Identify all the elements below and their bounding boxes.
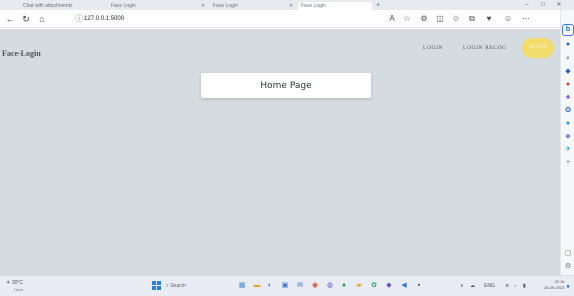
nav-login-link[interactable]: LOGIN [423, 45, 443, 51]
home-icon[interactable]: ⌂ [36, 13, 48, 25]
photos-icon[interactable]: ✿ [369, 281, 379, 291]
terminal-icon[interactable]: ▪ [414, 281, 424, 291]
browser-window: Chat with attachments Face Login ✕ Face … [0, 0, 574, 296]
widgets-icon[interactable]: ▦ [237, 281, 247, 291]
site-info-icon[interactable]: ⓘ [74, 14, 84, 24]
weather-widget[interactable]: ☀ 30°C [6, 280, 23, 286]
close-tab-icon[interactable]: ✕ [200, 2, 206, 10]
mail-icon[interactable]: ✉ [295, 281, 305, 291]
design-icon[interactable]: ✈ [562, 145, 574, 155]
edge-icon[interactable]: ◐ [265, 281, 275, 291]
start-button[interactable] [152, 281, 161, 290]
new-tab-button[interactable]: + [374, 2, 382, 10]
weather-desc: Haze [14, 287, 24, 292]
search-label: Search [170, 283, 187, 289]
page-viewport: Face-Login LOGIN LOGIN RECOG SIGN UP Hom… [0, 29, 560, 275]
minimize-button[interactable]: – [520, 1, 534, 9]
tab-strip: Chat with attachments Face Login ✕ Face … [0, 0, 574, 10]
magnifier-icon[interactable]: ⌕ [562, 54, 574, 64]
extensions-icon[interactable]: ⚙ [418, 13, 430, 25]
volume-icon[interactable]: ♪ [514, 281, 517, 291]
office-icon[interactable]: ✪ [562, 106, 574, 116]
tab-face-login-active[interactable]: Face Login [298, 2, 372, 10]
maximize-button[interactable]: □ [536, 1, 550, 9]
games-icon[interactable]: ♣ [562, 93, 574, 103]
copilot-icon[interactable]: b [562, 24, 574, 36]
onedrive-icon[interactable]: ☁ [470, 281, 475, 291]
shopping-tag-icon[interactable]: ◆ [562, 67, 574, 77]
close-window-button[interactable]: ✕ [552, 1, 566, 9]
settings-icon[interactable]: ⚙ [562, 262, 574, 272]
taskbar: ☀ 30°C Haze ⌕ Search ▦ ▬ ◐ ▣ ✉ ◉ ◍ ● ▰ ✿… [0, 275, 574, 296]
sun-icon: ☀ [6, 280, 11, 286]
outlook-icon[interactable]: ● [562, 119, 574, 129]
favorites-icon[interactable]: ✩ [450, 13, 462, 25]
address-bar-row: ← ↻ ⌂ ⓘ 127.0.0.1:5000 A ☆ ⚙ ◫ ✩ ⧉ ♥ ☺ ⋯ [0, 10, 574, 28]
file-explorer-icon[interactable]: ▬ [252, 281, 262, 291]
tab-chat[interactable]: Chat with attachments [20, 2, 106, 10]
taskbar-search[interactable]: ⌕ Search [166, 280, 216, 292]
tray-overflow-icon[interactable]: ∧ [460, 281, 464, 291]
collections-icon[interactable]: ⧉ [466, 13, 478, 25]
nav-signup-button[interactable]: SIGN UP [522, 38, 554, 58]
clock[interactable]: 22:16 25-09-2023 [544, 279, 564, 291]
more-icon[interactable]: ⋯ [520, 13, 532, 25]
windows-logo-pane [152, 281, 156, 285]
tab-label: Face Login [111, 3, 136, 9]
windows-logo-pane [157, 281, 161, 285]
tab-label: Chat with attachments [23, 3, 73, 9]
add-icon[interactable]: + [562, 158, 574, 168]
weather-temp: 30°C [11, 280, 24, 286]
sidebar-layout-icon[interactable]: ▢ [562, 249, 574, 259]
wifi-icon[interactable]: ≋ [505, 281, 509, 291]
folder-icon[interactable]: ▰ [354, 281, 364, 291]
url-field[interactable]: 127.0.0.1:5000 [84, 14, 204, 24]
edge-sidebar: b ● ⌕ ◆ ● ♣ ✪ ● ◈ ✈ + ▢ ⚙ [560, 10, 574, 275]
nav-login-recog-link[interactable]: LOGIN RECOG [463, 45, 507, 51]
notification-icon[interactable]: ● [563, 282, 573, 292]
home-card: Home Page [201, 73, 371, 98]
search-icon[interactable]: ● [562, 40, 574, 50]
tab-label: Face Login [301, 3, 326, 9]
page-title: Home Page [260, 80, 312, 91]
lang-code: ENG [484, 283, 495, 289]
brand-logo[interactable]: Face-Login [2, 49, 41, 58]
close-tab-icon[interactable]: ✕ [288, 2, 294, 10]
search-icon: ⌕ [166, 283, 169, 289]
battery-icon[interactable]: ▮ [523, 281, 526, 291]
favorite-star-icon[interactable]: ☆ [401, 13, 413, 25]
tab-label: Face Login [213, 3, 238, 9]
tab-face-login-1[interactable]: Face Login [108, 2, 198, 10]
clock-date: 25-09-2023 [544, 285, 565, 290]
language-indicator[interactable]: ENG [484, 281, 495, 291]
vscode-icon[interactable]: ◀ [399, 281, 409, 291]
chrome-icon[interactable]: ◉ [310, 281, 320, 291]
profile-icon[interactable]: ☺ [502, 13, 514, 25]
back-arrow-icon[interactable]: ← [4, 13, 16, 25]
store-icon[interactable]: ▣ [280, 281, 290, 291]
tools-icon[interactable]: ● [562, 80, 574, 90]
browser-essentials-icon[interactable]: ♥ [483, 13, 495, 25]
split-screen-icon[interactable]: ◫ [434, 13, 446, 25]
refresh-icon[interactable]: ↻ [20, 13, 32, 25]
windows-logo-pane [152, 286, 156, 290]
windows-logo-pane [157, 286, 161, 290]
read-aloud-icon[interactable]: A [386, 13, 398, 25]
chat-icon[interactable]: ◆ [384, 281, 394, 291]
teams-icon[interactable]: ◍ [325, 281, 335, 291]
whatsapp-icon[interactable]: ● [339, 281, 349, 291]
tab-face-login-2[interactable]: Face Login [210, 2, 290, 10]
edge-drop-icon[interactable]: ◈ [562, 132, 574, 142]
